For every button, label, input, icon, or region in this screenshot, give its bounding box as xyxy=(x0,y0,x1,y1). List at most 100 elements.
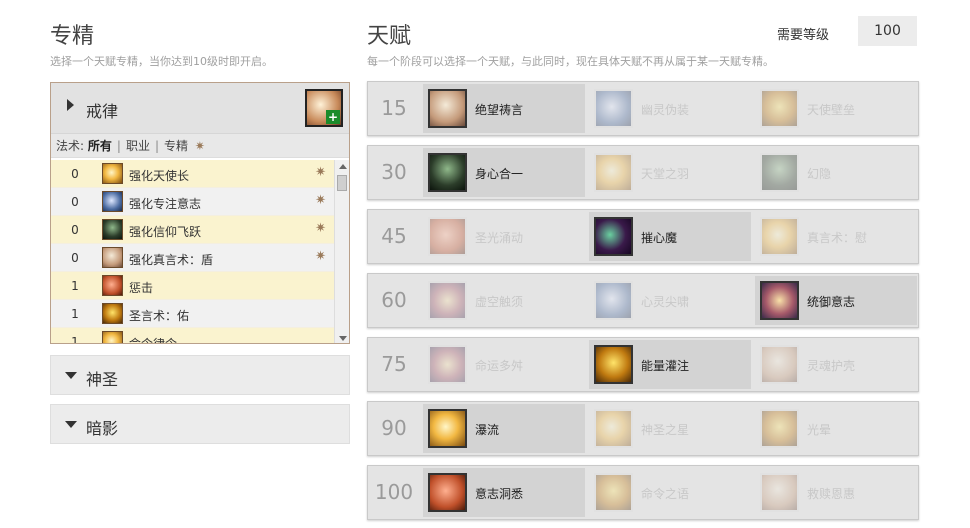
talent-name: 统御意志 xyxy=(807,295,856,309)
talent-name: 虚空触须 xyxy=(475,295,524,309)
spec-subtitle: 选择一个天赋专精，当你达到10级时即开启。 xyxy=(50,55,273,68)
filter-all[interactable]: 所有 xyxy=(88,139,112,153)
spell-level: 1 xyxy=(71,307,79,321)
talent-tier: 60 虚空触须 心灵尖啸 统御意志 xyxy=(367,273,919,328)
tier-level: 45 xyxy=(381,224,407,248)
spell-name: 强化信仰飞跃 xyxy=(129,225,202,239)
pale-icon xyxy=(428,89,467,128)
talent-tier: 45 圣光涌动 摧心魔 真言术：慰 xyxy=(367,209,919,264)
talent-name: 命运多舛 xyxy=(475,359,524,373)
tier-level: 100 xyxy=(374,480,414,504)
shield-plus-icon: + xyxy=(305,89,343,127)
talent-option[interactable]: 统御意志 xyxy=(755,276,917,325)
star-icon: ✷ xyxy=(315,193,326,208)
red-icon xyxy=(428,217,467,256)
talent-name: 天使壁垒 xyxy=(807,103,856,117)
talent-option[interactable]: 摧心魔 xyxy=(589,212,751,261)
tier-level: 60 xyxy=(381,288,407,312)
spec-title: 专精 xyxy=(50,24,95,49)
talent-option[interactable]: 救赎恩惠 xyxy=(755,468,917,517)
spell-row[interactable]: 0 强化专注意志 ✷ xyxy=(51,188,334,216)
spell-row[interactable]: 1 命令律令 xyxy=(51,328,334,344)
gold-icon xyxy=(760,409,799,448)
purple-icon xyxy=(594,217,633,256)
talent-option[interactable]: 能量灌注 xyxy=(589,340,751,389)
light-icon xyxy=(428,409,467,448)
talent-option[interactable]: 意志洞悉 xyxy=(423,468,585,517)
tier-level: 90 xyxy=(381,416,407,440)
talent-option[interactable]: 光晕 xyxy=(755,404,917,453)
talent-option[interactable]: 命运多舛 xyxy=(423,340,585,389)
scroll-thumb[interactable] xyxy=(337,175,347,191)
filter-class[interactable]: 职业 xyxy=(126,139,150,153)
spell-filter-bar: 法术: 所有 | 职业 | 专精 ✷ xyxy=(51,134,349,158)
light-icon xyxy=(760,217,799,256)
tier-level: 30 xyxy=(381,160,407,184)
talent-tier: 15 绝望祷言 幽灵伪装 天使壁垒 xyxy=(367,81,919,136)
swirl-icon xyxy=(760,281,799,320)
red-icon xyxy=(428,473,467,512)
talent-option[interactable]: 身心合一 xyxy=(423,148,585,197)
spec-header-shadow[interactable]: 暗影 xyxy=(50,404,350,444)
light-icon xyxy=(594,409,633,448)
talent-name: 幽灵伪装 xyxy=(641,103,690,117)
talent-option[interactable]: 幻隐 xyxy=(755,148,917,197)
filter-spec[interactable]: 专精 xyxy=(164,139,188,153)
spell-row[interactable]: 1 惩击 xyxy=(51,272,334,300)
scrollbar[interactable] xyxy=(334,160,349,343)
talent-option[interactable]: 真言术：慰 xyxy=(755,212,917,261)
star-icon: ✷ xyxy=(315,249,326,264)
spell-name: 惩击 xyxy=(129,281,154,295)
caret-right-icon xyxy=(67,99,74,111)
spell-row[interactable]: 0 强化信仰飞跃 ✷ xyxy=(51,216,334,244)
gold-icon xyxy=(594,473,633,512)
scroll-down-icon[interactable] xyxy=(339,336,347,341)
spec-header-holy[interactable]: 神圣 xyxy=(50,355,350,395)
talent-name: 命令之语 xyxy=(641,487,690,501)
talent-name: 身心合一 xyxy=(475,167,524,181)
pale-icon xyxy=(760,473,799,512)
talent-tier: 100 意志洞悉 命令之语 救赎恩惠 xyxy=(367,465,919,520)
spell-name: 命令律令 xyxy=(129,337,178,344)
talent-name: 真言术：慰 xyxy=(807,231,868,245)
spell-row[interactable]: 1 圣言术：佑 xyxy=(51,300,334,328)
talent-option[interactable]: 圣光涌动 xyxy=(423,212,585,261)
gold-icon xyxy=(760,89,799,128)
talent-option[interactable]: 绝望祷言 xyxy=(423,84,585,133)
talent-name: 天堂之羽 xyxy=(641,167,690,181)
blue-icon xyxy=(594,89,633,128)
pale-icon xyxy=(760,345,799,384)
spell-row[interactable]: 0 强化真言术：盾 ✷ xyxy=(51,244,334,272)
talent-option[interactable]: 灵魂护壳 xyxy=(755,340,917,389)
talent-option[interactable]: 心灵尖啸 xyxy=(589,276,751,325)
star-icon: ✷ xyxy=(315,221,326,236)
spell-name: 强化天使长 xyxy=(129,169,190,183)
swirl-icon xyxy=(428,345,467,384)
dark-icon xyxy=(760,153,799,192)
light-icon xyxy=(102,163,123,184)
spell-row[interactable]: 0 强化天使长 ✷ xyxy=(51,160,334,188)
talent-option[interactable]: 瀑流 xyxy=(423,404,585,453)
talent-name: 灵魂护壳 xyxy=(807,359,856,373)
talent-option[interactable]: 虚空触须 xyxy=(423,276,585,325)
talent-name: 心灵尖啸 xyxy=(641,295,690,309)
star-icon: ✷ xyxy=(194,139,205,153)
talent-name: 光晕 xyxy=(807,423,832,437)
gold-icon xyxy=(102,303,123,324)
talent-tier: 30 身心合一 天堂之羽 幻隐 xyxy=(367,145,919,200)
spell-list[interactable]: 0 强化天使长 ✷ 0 强化专注意志 ✷ 0 强化信仰飞跃 ✷ 0 强化真言术：盾 ✷ 1 惩击 1 圣言术：… xyxy=(51,160,334,344)
spec-header-discipline[interactable]: 戒律 + xyxy=(51,83,349,134)
spec-panel-discipline: 戒律 + 法术: 所有 | 职业 | 专精 ✷ 0 强化天使长 ✷ 0 强化专注意志 ✷ 0 强化信仰… xyxy=(50,82,350,344)
talent-option[interactable]: 神圣之星 xyxy=(589,404,751,453)
star-icon: ✷ xyxy=(315,165,326,180)
talent-option[interactable]: 命令之语 xyxy=(589,468,751,517)
talent-option[interactable]: 天堂之羽 xyxy=(589,148,751,197)
talent-name: 绝望祷言 xyxy=(475,103,524,117)
talent-name: 幻隐 xyxy=(807,167,832,181)
talent-name: 意志洞悉 xyxy=(475,487,524,501)
dark-icon xyxy=(102,219,123,240)
talent-option[interactable]: 幽灵伪装 xyxy=(589,84,751,133)
talent-option[interactable]: 天使壁垒 xyxy=(755,84,917,133)
scroll-up-icon[interactable] xyxy=(339,164,347,169)
tier-level: 15 xyxy=(381,96,407,120)
